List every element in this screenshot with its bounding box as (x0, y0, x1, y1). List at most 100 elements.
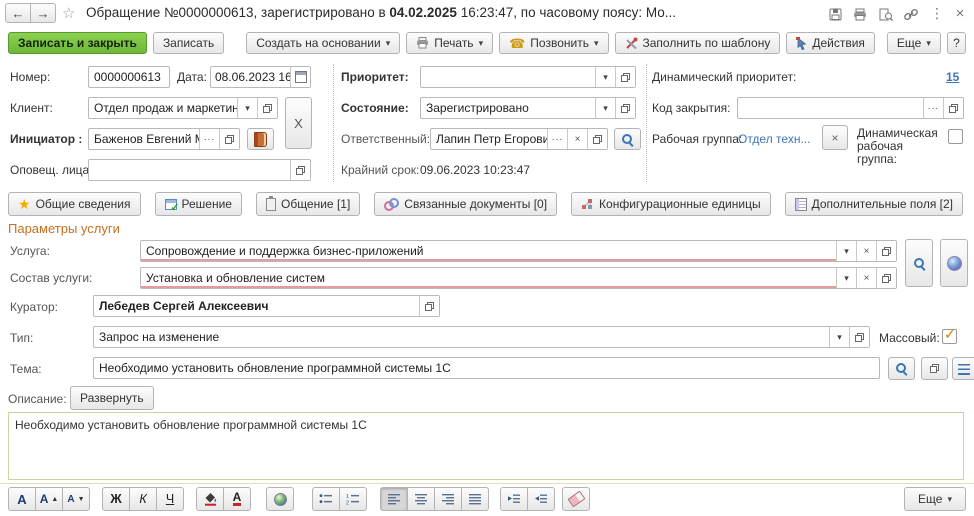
numbered-list-icon: 12 (346, 493, 360, 505)
align-right-button[interactable] (434, 487, 462, 511)
call-button[interactable]: ☎ Позвонить▾ (499, 32, 608, 54)
open-icon (225, 135, 234, 144)
tab-general[interactable]: ★Общие сведения (8, 192, 141, 216)
clear-button[interactable]: × (567, 129, 587, 149)
open-button[interactable] (290, 160, 310, 180)
type-field[interactable]: Запрос на изменение ▾ (93, 326, 870, 348)
font-color-button[interactable]: A (223, 487, 251, 511)
indent-decrease-button[interactable] (527, 487, 555, 511)
dropdown-button[interactable]: ▾ (836, 268, 856, 288)
more-dots-icon[interactable]: ⋮ (926, 4, 948, 22)
tab-extra-fields[interactable]: Дополнительные поля [2] (785, 192, 963, 216)
service-catalog-button[interactable] (940, 239, 968, 287)
help-button[interactable]: ? (947, 32, 966, 54)
preview-icon[interactable] (875, 5, 897, 23)
numbered-list-button[interactable]: 12 (339, 487, 367, 511)
indent-increase-button[interactable] (500, 487, 528, 511)
state-field[interactable]: Зарегистрировано ▾ (420, 97, 636, 119)
description-textarea[interactable]: Необходимо установить обновление програм… (8, 412, 964, 480)
font-decrease-button[interactable]: A▼ (62, 487, 90, 511)
dropdown-button[interactable]: ▾ (829, 327, 849, 347)
open-button[interactable] (219, 129, 239, 149)
expand-description-button[interactable]: Развернуть (70, 386, 154, 410)
bold-button[interactable]: Ж (102, 487, 130, 511)
back-button[interactable]: ← (5, 3, 31, 23)
align-left-button[interactable] (380, 487, 408, 511)
tab-linked-documents[interactable]: Связанные документы [0] (374, 192, 557, 216)
open-button[interactable] (615, 67, 635, 87)
open-button[interactable] (419, 296, 439, 316)
clear-button[interactable]: × (856, 241, 876, 261)
actions-button[interactable]: Действия (786, 32, 875, 54)
table-icon (795, 198, 807, 211)
calendar-button[interactable] (290, 67, 310, 87)
open-button[interactable] (943, 98, 963, 118)
tab-configuration-units[interactable]: Конфигурационные единицы (571, 192, 771, 216)
close-code-field[interactable]: ... (737, 97, 964, 119)
tab-solution[interactable]: ✓Решение (155, 192, 242, 216)
clear-workgroup-button[interactable]: × (822, 125, 848, 150)
open-button[interactable] (587, 129, 607, 149)
save-icon[interactable] (824, 5, 846, 23)
open-button[interactable] (876, 241, 896, 261)
choose-button[interactable]: ... (923, 98, 943, 118)
save-button[interactable]: Записать (153, 32, 224, 54)
dropdown-button[interactable]: ▾ (595, 98, 615, 118)
service-field[interactable]: Сопровождение и поддержка бизнес-приложе… (140, 240, 897, 262)
workgroup-value-link[interactable]: Отдел техн... (738, 132, 810, 146)
dropdown-button[interactable]: ▾ (836, 241, 856, 261)
insert-link-button[interactable] (266, 487, 294, 511)
tab-configuration-units-label: Конфигурационные единицы (599, 197, 761, 211)
font-increase-button[interactable]: A▲ (35, 487, 63, 511)
address-book-button[interactable] (247, 128, 274, 150)
open-button[interactable] (615, 98, 635, 118)
italic-button[interactable]: К (129, 487, 157, 511)
close-window-icon[interactable]: × (949, 4, 971, 22)
font-button[interactable]: A (8, 487, 36, 511)
forward-button[interactable]: → (30, 3, 56, 23)
more-button[interactable]: Еще▾ (887, 32, 941, 54)
dropdown-button[interactable]: ▾ (237, 98, 257, 118)
find-subject-button[interactable] (888, 357, 915, 380)
align-justify-button[interactable] (461, 487, 489, 511)
subject-list-button[interactable] (952, 357, 974, 380)
open-button[interactable] (876, 268, 896, 288)
open-subject-button[interactable] (921, 357, 948, 380)
fill-by-template-button[interactable]: Заполнить по шаблону (615, 32, 781, 54)
choose-button[interactable]: ... (199, 129, 219, 149)
responsible-field[interactable]: Лапин Петр Егорович ... × (430, 128, 608, 150)
bulleted-list-button[interactable] (312, 487, 340, 511)
priority-field[interactable]: ▾ (420, 66, 636, 88)
save-and-close-button[interactable]: Записать и закрыть (8, 32, 147, 54)
favorite-star-icon[interactable]: ☆ (62, 4, 75, 22)
underline-button[interactable]: Ч (156, 487, 184, 511)
tab-communication[interactable]: Общение [1] (256, 192, 360, 216)
client-field[interactable]: Отдел продаж и маркетинга ▾ (88, 97, 278, 119)
open-button[interactable] (257, 98, 277, 118)
service-composition-field[interactable]: Установка и обновление систем ▾ × (140, 267, 897, 289)
initiator-field[interactable]: Баженов Евгений Мак ... (88, 128, 240, 150)
find-service-button[interactable] (905, 239, 933, 287)
mass-checkbox[interactable]: ✓ (942, 329, 957, 344)
subject-field[interactable]: Необходимо установить обновление програм… (93, 357, 880, 379)
find-responsible-button[interactable] (614, 128, 641, 150)
highlight-color-button[interactable] (196, 487, 224, 511)
curator-field[interactable]: Лебедев Сергей Алексеевич (93, 295, 440, 317)
align-center-button[interactable] (407, 487, 435, 511)
print-button[interactable]: Печать▾ (406, 32, 493, 54)
clear-button[interactable]: × (856, 268, 876, 288)
print-icon[interactable] (849, 5, 871, 23)
create-based-on-button[interactable]: Создать на основании▾ (246, 32, 400, 54)
choose-button[interactable]: ... (547, 129, 567, 149)
dropdown-button[interactable]: ▾ (595, 67, 615, 87)
clear-client-button[interactable]: X (285, 97, 312, 149)
link-icon[interactable] (900, 5, 922, 23)
clear-format-button[interactable] (562, 487, 590, 511)
number-field[interactable]: 0000000613 (88, 66, 170, 88)
dynamic-workgroup-checkbox[interactable] (948, 129, 963, 144)
open-button[interactable] (849, 327, 869, 347)
dynamic-priority-value-link[interactable]: 15 (946, 70, 959, 84)
format-more-button[interactable]: Еще▾ (904, 487, 966, 511)
notify-persons-field[interactable] (88, 159, 311, 181)
date-field[interactable]: 08.06.2023 16:2: (210, 66, 311, 88)
